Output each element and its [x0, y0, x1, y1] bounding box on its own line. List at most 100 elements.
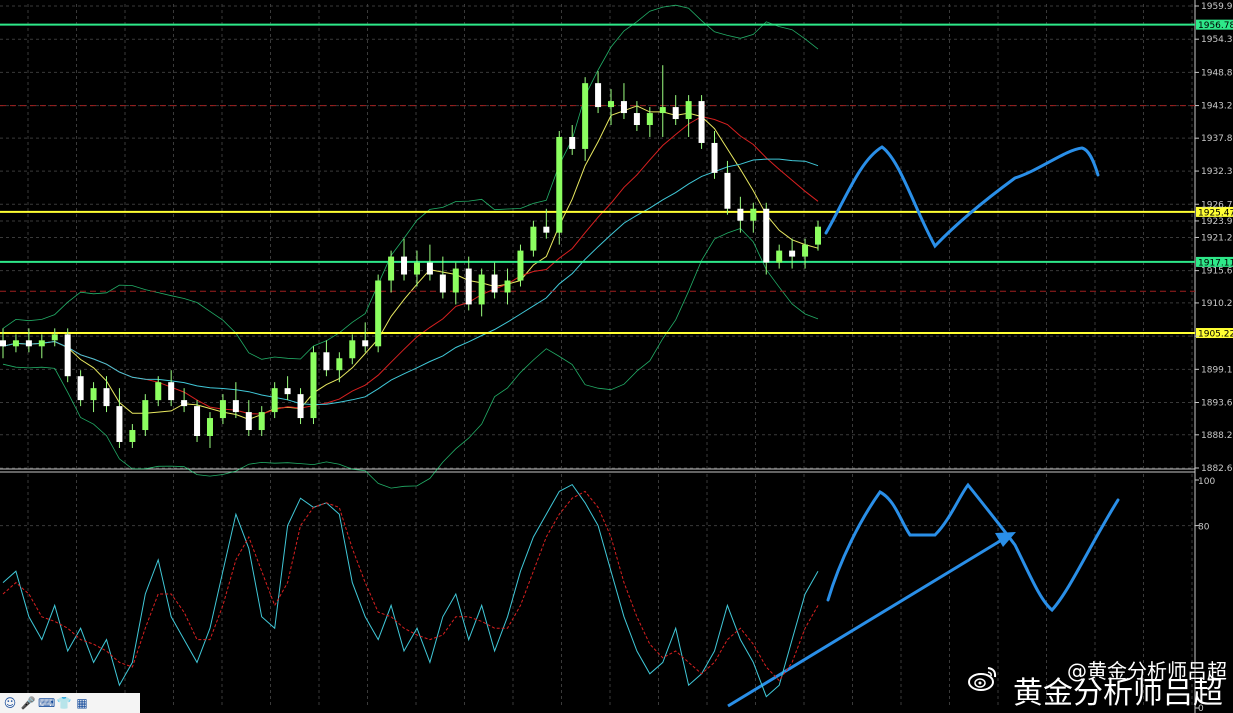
price-tick-label: 1921.20 [1201, 233, 1233, 243]
price-tick-label: 1943.25 [1201, 102, 1233, 112]
price-tick-label: 1882.65 [1201, 464, 1233, 474]
candle-body [388, 256, 395, 281]
candle-body [206, 418, 213, 437]
candle-body [297, 394, 304, 419]
candle-body [504, 280, 511, 293]
price-tick-label: 1923.96 [1201, 217, 1233, 227]
price-tick-label: 1954.35 [1201, 35, 1233, 45]
candle-body [569, 136, 576, 149]
candle-body [375, 280, 382, 347]
candle-body [38, 340, 45, 347]
candle-body [556, 136, 563, 233]
price-chart: 1956.781925.471917.111905.221959.901954.… [0, 0, 1233, 713]
candle-body [582, 83, 589, 149]
candle-body [595, 83, 602, 108]
level-tag-label: 1956.78 [1198, 21, 1233, 31]
candle-body [116, 406, 123, 442]
candle-body [232, 400, 239, 413]
candle-body [815, 226, 821, 245]
candle-body [0, 340, 6, 347]
candle-body [271, 388, 278, 413]
candle-body [142, 400, 149, 431]
stochastic-d-line [2, 490, 819, 682]
candle-body [776, 250, 783, 263]
candle-body [737, 208, 744, 221]
candle-body [245, 412, 252, 431]
candle-body [336, 358, 343, 371]
input-toolbar: ☺ 🎤 ⌨ 👕 ▦ [0, 693, 140, 713]
candle-body [51, 334, 58, 341]
candle-body [349, 340, 356, 359]
candle-body [452, 268, 459, 293]
price-tick-label: 1932.30 [1201, 167, 1233, 177]
candle-body [724, 172, 731, 209]
shirt-icon[interactable]: 👕 [56, 695, 72, 711]
grid-icon[interactable]: ▦ [74, 695, 90, 711]
candle-body [310, 352, 317, 419]
price-tick-label: 1910.25 [1201, 299, 1233, 309]
candle-body [413, 262, 420, 275]
candle-body [646, 113, 653, 126]
candle-body [194, 406, 201, 437]
weibo-logo-icon [968, 664, 998, 692]
candle-body [168, 382, 175, 401]
forecast-arrow-line [727, 536, 1006, 708]
candle-body [491, 274, 498, 293]
candle-body [763, 208, 770, 263]
forecast-arrow-head [995, 532, 1016, 547]
candle-body [620, 101, 627, 114]
price-tick-label: 1899.15 [1201, 365, 1233, 375]
smile-icon[interactable]: ☺ [2, 695, 18, 711]
forecast-drawings [727, 145, 1120, 708]
keyboard-icon[interactable]: ⌨ [38, 695, 55, 711]
candle-body [426, 262, 433, 275]
candle-body [181, 400, 188, 407]
mic-icon[interactable]: 🎤 [20, 695, 36, 711]
price-tick-label: 1926.75 [1201, 200, 1233, 210]
price-tick-label: 1915.65 [1201, 267, 1233, 277]
candle-body [64, 334, 71, 377]
candle-body [129, 430, 136, 442]
candle-body [465, 268, 472, 305]
watermark-title: 黄金分析师吕超 [1013, 676, 1223, 711]
candle-body [12, 340, 19, 347]
candle-body [90, 388, 97, 401]
candle-body [323, 352, 330, 371]
indicator-tick-label: 80 [1198, 523, 1210, 533]
price-axis: 1956.781925.471917.111905.221959.901954.… [1195, 2, 1233, 713]
candle-body [672, 107, 679, 120]
candle-body [258, 412, 265, 431]
indicator-tick-label: 100 [1198, 477, 1215, 487]
candle-body [530, 226, 537, 251]
candle-body [155, 382, 162, 401]
candle-body [284, 388, 291, 395]
forecast-indicator-path [826, 482, 1120, 613]
level-tag-label: 1905.22 [1198, 330, 1233, 340]
price-tick-label: 1937.80 [1201, 134, 1233, 144]
candle-body [659, 107, 666, 114]
candle-body [543, 226, 550, 233]
candle-body [219, 400, 226, 419]
candle-body [633, 113, 640, 126]
candle-body [750, 208, 757, 221]
candle-body [77, 376, 84, 401]
price-tick-label: 1959.90 [1201, 2, 1233, 12]
candle-body [25, 340, 32, 347]
price-tick-label: 1888.20 [1201, 431, 1233, 441]
price-tick-label: 1893.60 [1201, 399, 1233, 409]
candle-body [362, 340, 369, 347]
price-tick-label: 1948.80 [1201, 68, 1233, 78]
candle-body [517, 250, 524, 281]
candle-body [685, 101, 692, 120]
candle-body [698, 101, 705, 143]
candle-body [439, 274, 446, 293]
forecast-price-path [824, 145, 1100, 249]
candle-body [608, 101, 615, 108]
candle-body [711, 142, 718, 173]
candle-body [103, 388, 110, 407]
candle-body [478, 274, 485, 305]
candle-body [789, 250, 796, 257]
candle-body [401, 256, 408, 275]
candlestick-series [0, 65, 821, 448]
candle-body [802, 244, 809, 257]
